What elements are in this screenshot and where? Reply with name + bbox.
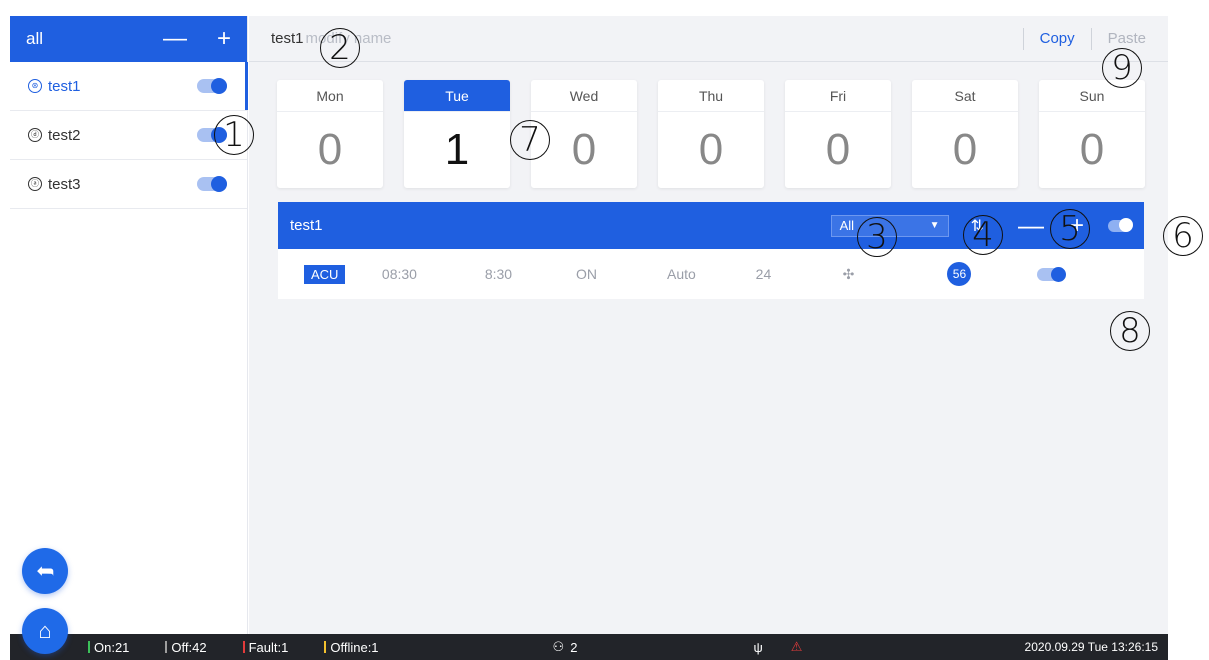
sidebar-title: all	[26, 29, 44, 48]
mode-value: Auto	[667, 266, 696, 282]
day-card-mon[interactable]: Mon 0	[277, 80, 383, 188]
start-time: 08:30	[381, 266, 417, 282]
day-schedule-count: 0	[952, 125, 978, 174]
sidebar-item-label: test1	[48, 77, 81, 95]
day-card-thu[interactable]: Thu 0	[658, 80, 764, 188]
setpoint-temp: 24	[755, 266, 772, 282]
datetime: 2020.09.29 Tue 13:26:15	[1024, 640, 1158, 654]
group-enable-toggle[interactable]	[197, 78, 227, 94]
sidebar-item-test2[interactable]: ⓓ test2	[10, 111, 247, 160]
annotation-marker-6: 6	[1163, 216, 1203, 256]
annotation-marker-8: 8	[1110, 311, 1150, 351]
annotation-marker-7: 7	[510, 120, 550, 160]
sidebar-item-test1[interactable]: ⊛ test1	[10, 62, 248, 111]
group-icon: ⊛	[28, 79, 42, 93]
app-window: all — + ⊛ test1 ⓓ test2 ⓐ test3 ➦ ⌂ test…	[0, 0, 1209, 660]
status-offline-text: Offline:1	[330, 639, 379, 655]
divider	[1022, 27, 1024, 50]
schedule-list-title: test1	[290, 217, 323, 234]
day-name: Fri	[785, 80, 891, 112]
day-schedule-count: 0	[698, 125, 724, 174]
schedule-list-header: test1 All ▼ ⇅ — +	[278, 202, 1144, 249]
annotation-marker-1: 1	[214, 115, 254, 155]
annotation-marker-3: 3	[857, 217, 897, 257]
sidebar-header: all — +	[10, 16, 247, 62]
group-enable-toggle[interactable]	[197, 176, 227, 192]
day-name: Thu	[658, 80, 764, 112]
fan-icon: ✣	[842, 265, 855, 282]
day-card-tue[interactable]: Tue 1	[404, 80, 510, 188]
modify-name-input[interactable]: modify name	[306, 30, 1007, 47]
sidebar-item-label: test2	[48, 126, 81, 144]
schedule-name-row: test1 modify name Copy Paste	[249, 16, 1168, 62]
annotation-marker-5: 5	[1050, 209, 1090, 249]
day-schedule-count: 1	[444, 125, 470, 174]
annotation-marker-9: 9	[1102, 48, 1142, 88]
home-button[interactable]: ⌂	[22, 608, 68, 654]
group-icon: ⓓ	[28, 128, 42, 142]
annotation-marker-2: 2	[320, 28, 360, 68]
status-offline: Offline:1	[324, 639, 379, 655]
sidebar-item-test3[interactable]: ⓐ test3	[10, 160, 247, 209]
back-button[interactable]: ➦	[22, 548, 68, 594]
day-schedule-count: 0	[825, 125, 851, 174]
add-group-button[interactable]: +	[217, 27, 231, 51]
time-value: 8:30	[484, 266, 513, 282]
home-icon: ⌂	[38, 618, 52, 643]
day-name: Sat	[912, 80, 1018, 112]
schedule-name: test1	[271, 30, 304, 47]
power-state: ON	[575, 266, 597, 282]
schedule-row[interactable]: ACU 08:30 8:30 ON Auto 24 ✣ 56	[278, 249, 1144, 299]
copy-button[interactable]: Copy	[1040, 30, 1075, 47]
main-panel: test1 modify name Copy Paste Mon 0 Tue 1…	[249, 16, 1168, 634]
schedule-enable-toggle[interactable]	[1037, 266, 1067, 282]
sidebar-item-label: test3	[48, 175, 81, 193]
paste-button[interactable]: Paste	[1108, 30, 1146, 47]
user-icon: ⚇	[552, 639, 565, 654]
day-name: Tue	[404, 80, 510, 112]
device-count-badge: 56	[947, 262, 972, 286]
day-schedule-count: 0	[1079, 125, 1105, 174]
user-count-value: 2	[570, 639, 578, 655]
day-card-sat[interactable]: Sat 0	[912, 80, 1018, 188]
group-icon: ⓐ	[28, 177, 42, 191]
status-on: On:21	[88, 640, 129, 655]
status-on-text: On:21	[94, 639, 130, 655]
device-filter-value: All	[839, 218, 855, 233]
status-off: Off:42	[165, 639, 207, 655]
group-sidebar: all — + ⊛ test1 ⓓ test2 ⓐ test3	[10, 16, 248, 634]
user-count: ⚇ 2	[553, 639, 578, 655]
remove-group-button[interactable]: —	[163, 27, 187, 51]
day-card-sun[interactable]: Sun 0	[1039, 80, 1145, 188]
divider	[1090, 27, 1092, 50]
status-fault-text: Fault:1	[248, 639, 289, 655]
remove-schedule-button[interactable]: —	[1018, 210, 1044, 241]
status-bar: On:21 Off:42 Fault:1 Offline:1 ⚇ 2 ψ ⚠ 20…	[10, 634, 1168, 660]
back-arrow-icon: ➦	[35, 558, 55, 583]
annotation-marker-4: 4	[963, 215, 1003, 255]
enable-all-toggle[interactable]	[1108, 217, 1133, 232]
warning-icon[interactable]: ⚠	[791, 639, 803, 655]
status-fault: Fault:1	[242, 639, 289, 655]
status-off-text: Off:42	[171, 639, 207, 655]
chevron-down-icon: ▼	[929, 220, 940, 231]
weekday-cards: Mon 0 Tue 1 Wed 0 Thu 0 Fri 0 Sat 0 Sun …	[277, 80, 1145, 188]
day-card-fri[interactable]: Fri 0	[785, 80, 891, 188]
day-schedule-count: 0	[317, 125, 343, 174]
day-name: Mon	[277, 80, 383, 112]
usb-icon: ψ	[753, 639, 763, 655]
day-name: Wed	[531, 80, 637, 112]
device-type-tag: ACU	[304, 264, 346, 284]
